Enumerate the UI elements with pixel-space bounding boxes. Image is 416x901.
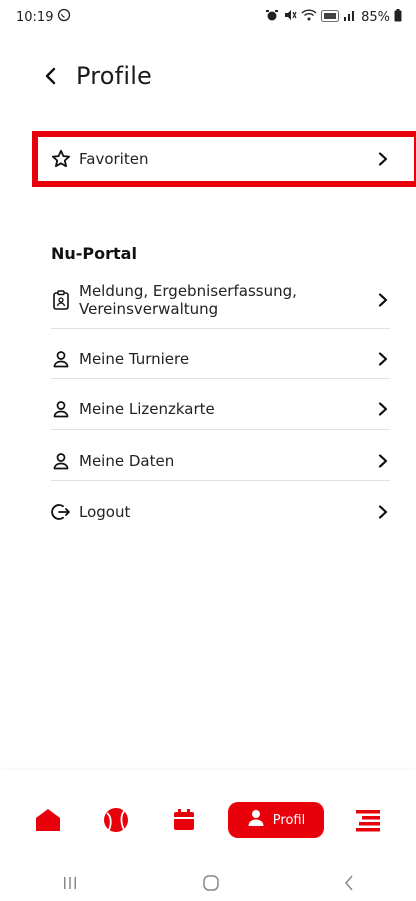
status-right: 85% (265, 8, 402, 26)
chevron-right-icon (376, 352, 390, 366)
tab-profil-label: Profil (272, 812, 306, 828)
menu-item-label: Meine Turniere (79, 350, 190, 368)
user-icon (51, 399, 71, 419)
chevron-right-icon (376, 454, 390, 468)
divider (51, 429, 390, 430)
bottom-nav: Profil (0, 770, 416, 870)
lte-icon (321, 9, 339, 25)
page-title: Profile (76, 62, 153, 90)
battery-level: 85% (361, 9, 390, 25)
section-title: Nu-Portal (51, 244, 137, 263)
star-icon (51, 149, 71, 169)
signal-icon (343, 9, 357, 25)
status-bar: 10:19 85% (0, 0, 416, 34)
favorites-label: Favoriten (79, 150, 149, 168)
menu-item-daten[interactable]: Meine Daten (51, 448, 390, 474)
whatsapp-icon (57, 8, 71, 26)
header: Profile (40, 58, 152, 94)
menu-item-label: Meine Lizenzkarte (79, 400, 215, 418)
mute-icon (283, 8, 297, 26)
menu-item-label-line2: Vereinsverwaltung (79, 300, 219, 318)
calendar-icon[interactable] (160, 796, 208, 844)
tab-profil[interactable]: Profil (228, 802, 324, 838)
user-icon (51, 451, 71, 471)
menu-item-label-line1: Meldung, Ergebniserfassung, (79, 282, 297, 300)
alarm-icon (265, 8, 279, 26)
chevron-right-icon (376, 505, 390, 519)
status-time: 10:19 (16, 9, 54, 25)
menu-item-meldung[interactable]: Meldung, Ergebniserfassung, Vereinsverwa… (51, 280, 390, 320)
menu-item-lizenzkarte[interactable]: Meine Lizenzkarte (51, 396, 390, 422)
menu-item-label: Meine Daten (79, 452, 175, 470)
divider (51, 328, 390, 329)
menu-item-logout[interactable]: Logout (51, 499, 390, 525)
divider (51, 378, 390, 379)
divider (51, 480, 390, 481)
user-icon (247, 809, 265, 831)
recent-apps-icon[interactable] (60, 875, 80, 896)
chevron-right-icon (376, 293, 390, 307)
menu-item-label: Logout (79, 503, 131, 521)
android-nav-bar (0, 870, 416, 901)
status-left: 10:19 (16, 8, 71, 26)
menu-item-turniere[interactable]: Meine Turniere (51, 346, 390, 372)
wifi-icon (301, 8, 317, 26)
favorites-row[interactable]: Favoriten (51, 146, 390, 172)
battery-icon (394, 8, 402, 26)
chevron-right-icon (376, 402, 390, 416)
back-button-icon[interactable] (342, 874, 356, 897)
home-icon[interactable] (24, 796, 72, 844)
home-button-icon[interactable] (201, 873, 221, 898)
user-icon (51, 349, 71, 369)
logout-icon (51, 502, 71, 522)
chevron-right-icon (376, 152, 390, 166)
clipboard-user-icon (51, 290, 71, 310)
menu-icon[interactable] (344, 796, 392, 844)
ball-icon[interactable] (92, 796, 140, 844)
back-icon[interactable] (40, 65, 62, 87)
